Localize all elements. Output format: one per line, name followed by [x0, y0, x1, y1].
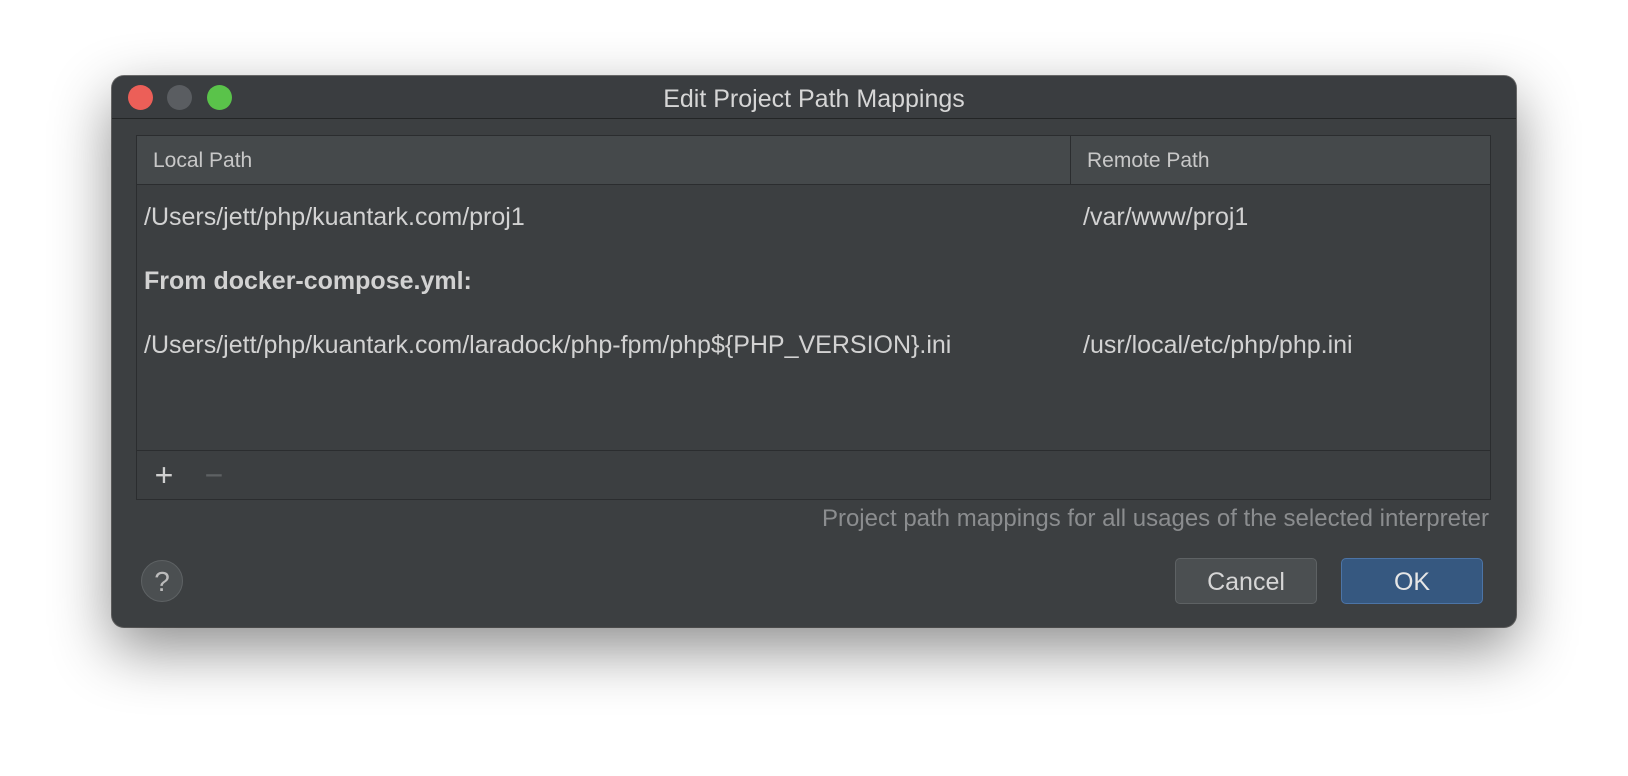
path-mappings-table: Local Path Remote Path /Users/jett/php/k… [136, 135, 1491, 500]
table-row[interactable]: /Users/jett/php/kuantark.com/laradock/ph… [137, 313, 1490, 377]
close-window-button[interactable] [128, 85, 153, 110]
screen: Edit Project Path Mappings Local Path Re… [0, 0, 1628, 776]
window-title: Edit Project Path Mappings [663, 85, 965, 113]
help-button[interactable]: ? [141, 560, 183, 602]
minimize-window-button [167, 85, 192, 110]
table-row[interactable]: /Users/jett/php/kuantark.com/proj1 /var/… [137, 185, 1490, 249]
title-bar[interactable]: Edit Project Path Mappings [112, 76, 1516, 119]
minus-icon: − [204, 457, 224, 493]
local-path-cell[interactable]: /Users/jett/php/kuantark.com/laradock/ph… [137, 331, 1071, 360]
remote-path-cell[interactable]: /var/www/proj1 [1071, 203, 1490, 232]
column-header-remote-path[interactable]: Remote Path [1071, 136, 1490, 184]
table-header: Local Path Remote Path [137, 136, 1490, 185]
edit-path-mappings-dialog: Edit Project Path Mappings Local Path Re… [112, 76, 1516, 627]
table-body: /Users/jett/php/kuantark.com/proj1 /var/… [137, 185, 1490, 450]
group-header-docker-compose: From docker-compose.yml: [144, 267, 472, 295]
remote-path-cell[interactable]: /usr/local/etc/php/php.ini [1071, 331, 1490, 360]
local-path-cell[interactable]: /Users/jett/php/kuantark.com/proj1 [137, 203, 1071, 232]
column-header-local-path[interactable]: Local Path [137, 136, 1071, 184]
maximize-window-button[interactable] [207, 85, 232, 110]
plus-icon[interactable]: + [149, 459, 179, 491]
ok-button[interactable]: OK [1341, 558, 1483, 604]
hint-text: Project path mappings for all usages of … [821, 505, 1489, 532]
cancel-button[interactable]: Cancel [1175, 558, 1317, 604]
table-toolbar: + − [137, 450, 1490, 499]
